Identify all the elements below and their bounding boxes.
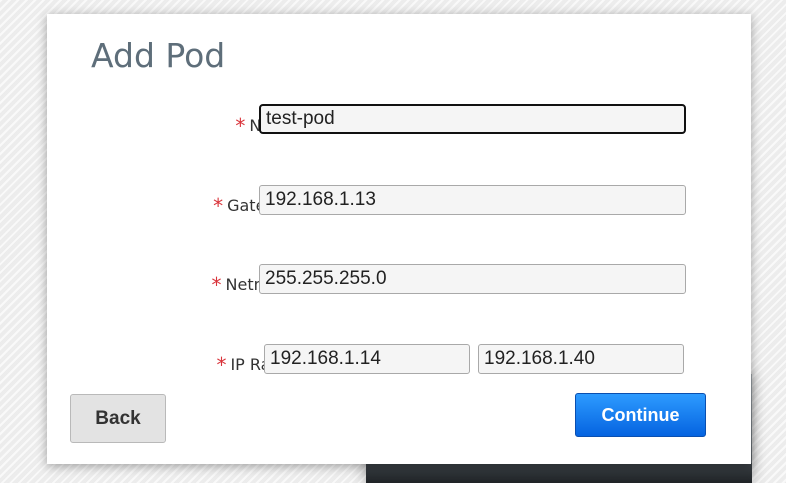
name-input[interactable] [259,104,686,134]
continue-button[interactable]: Continue [575,393,706,437]
required-marker: * [216,353,227,377]
required-marker: * [213,194,224,218]
ip-range-end-input[interactable] [478,344,684,374]
netmask-input[interactable] [259,264,686,294]
required-marker: * [211,273,222,297]
server-rack-base [366,463,752,483]
dialog-title: Add Pod [91,36,226,75]
gateway-input[interactable] [259,185,686,215]
back-button[interactable]: Back [70,394,166,443]
required-marker: * [235,114,246,138]
add-pod-dialog: Add Pod *Name: *Gateway: *Netmask: *IP R… [47,14,751,464]
ip-range-start-input[interactable] [264,344,470,374]
